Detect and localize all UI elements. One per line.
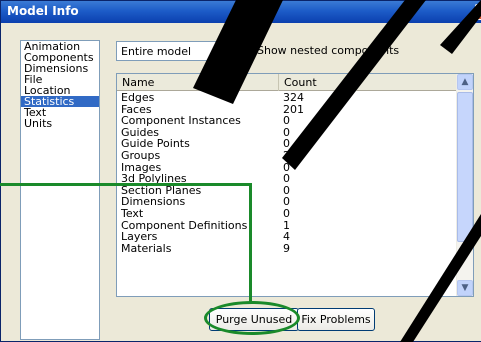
model-info-window: Model Info X Animation Components Dimens… <box>0 0 481 342</box>
column-header-blank <box>357 74 457 91</box>
checkmark-icon: ✔ <box>240 45 249 56</box>
table-row[interactable]: Edges 324 <box>117 92 457 104</box>
vertical-scrollbar[interactable]: ▲ ▼ <box>456 74 473 296</box>
scroll-down-button[interactable]: ▼ <box>457 280 473 296</box>
chevron-down-icon[interactable]: ▼ <box>213 44 227 58</box>
category-list: Animation Components Dimensions File Loc… <box>20 40 100 340</box>
row-count: 324 <box>283 91 304 104</box>
purge-highlight-ellipse <box>204 301 300 335</box>
category-item-units[interactable]: Units <box>21 118 99 129</box>
chevron-down-icon: ▼ <box>461 283 469 293</box>
row-name: Layers <box>121 230 158 244</box>
row-count: 0 <box>283 206 290 220</box>
row-name: Materials <box>121 241 172 255</box>
table-row[interactable]: Layers 4 <box>117 231 457 243</box>
scroll-up-button[interactable]: ▲ <box>457 74 473 90</box>
table-body: Edges 324 Faces 201 Component Instances 0 Guid… <box>117 92 457 254</box>
annotation-callout-line-vertical <box>249 183 252 304</box>
table-row[interactable]: Text 0 <box>117 208 457 220</box>
row-count: 2 <box>283 148 290 162</box>
row-name: Edges <box>121 91 155 104</box>
annotation-callout-line <box>0 183 252 186</box>
table-row[interactable]: Materials 9 <box>117 243 457 255</box>
row-name: Text <box>121 206 144 220</box>
table-header: Name Count <box>117 74 457 91</box>
row-count: 0 <box>283 172 290 186</box>
scope-dropdown[interactable]: Entire model ▼ <box>116 41 230 61</box>
column-header-name[interactable]: Name <box>117 74 279 91</box>
table-row[interactable]: Groups 2 <box>117 150 457 162</box>
column-header-count[interactable]: Count <box>279 74 357 91</box>
show-nested-checkbox[interactable]: ✔ <box>239 45 250 56</box>
scope-dropdown-value: Entire model <box>121 45 192 58</box>
fix-problems-button[interactable]: Fix Problems <box>297 308 375 331</box>
window-title: Model Info <box>7 4 79 18</box>
close-button[interactable]: X <box>475 4 481 20</box>
row-count: 9 <box>283 241 290 255</box>
chevron-up-icon: ▲ <box>461 77 469 87</box>
title-bar[interactable]: Model Info X <box>1 1 481 23</box>
scroll-thumb[interactable] <box>457 92 473 242</box>
row-name: Groups <box>121 148 161 162</box>
show-nested-label[interactable]: Show nested components <box>257 44 399 57</box>
row-count: 4 <box>283 230 290 244</box>
